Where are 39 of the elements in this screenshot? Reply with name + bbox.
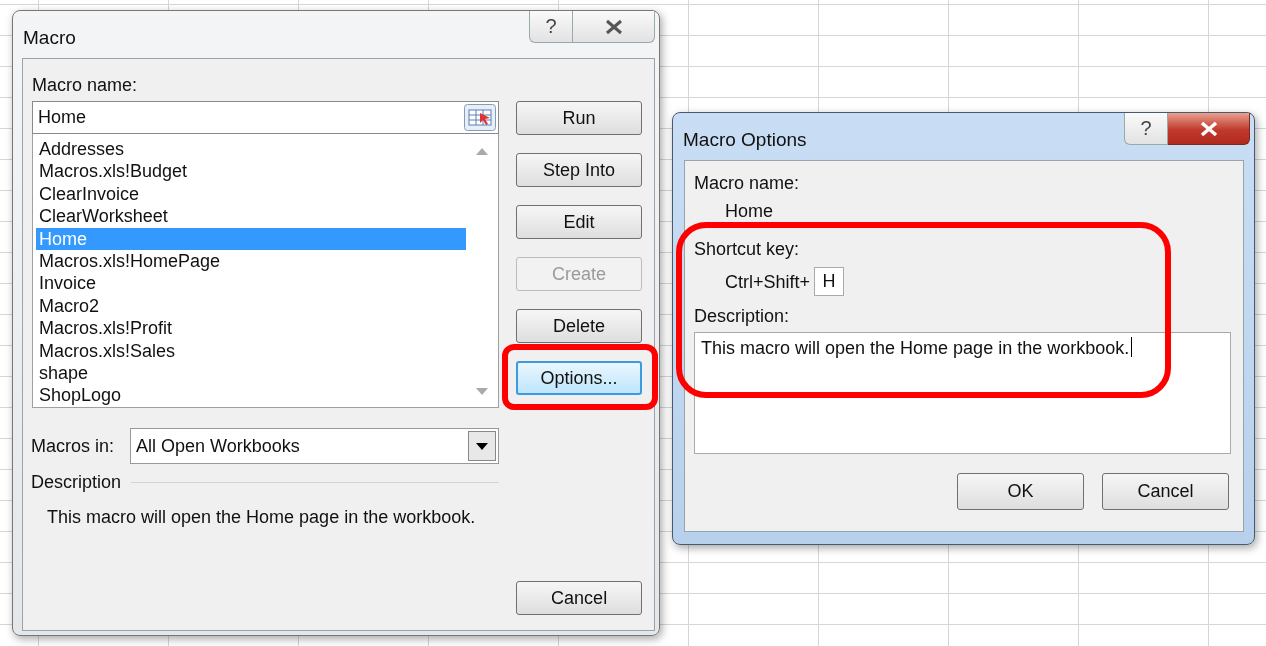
macro-list-item[interactable]: Invoice — [36, 272, 467, 295]
close-button[interactable] — [573, 11, 655, 43]
dialog-button[interactable]: Cancel — [1102, 473, 1229, 510]
window-title: Macro Options — [683, 128, 807, 151]
macro-list-item[interactable]: Addresses — [36, 138, 467, 161]
macro-list-item[interactable]: Macro2 — [36, 294, 467, 318]
macro-list-item[interactable]: Macros.xls!HomePage — [36, 250, 467, 273]
field-label: Macros in: — [31, 435, 115, 458]
dialog-button[interactable]: OK — [957, 473, 1084, 510]
macro-list-item[interactable]: ClearInvoice — [36, 182, 467, 206]
macro-list-item[interactable]: Macros.xls!Profit — [36, 317, 467, 340]
field-label: Macro name: — [694, 172, 801, 195]
description-text: This macro will open the Home page in the workbook. — [47, 506, 476, 529]
macros-in-dropdown[interactable]: All Open Workbooks — [130, 428, 500, 464]
macro-name-value: Home — [724, 200, 774, 223]
macro-list-item[interactable]: Macros.xls!Sales — [36, 339, 467, 363]
cell-picker-icon[interactable] — [464, 104, 497, 131]
window-title: Macro — [23, 26, 76, 49]
shortcut-prefix: Ctrl+Shift+ — [725, 270, 811, 294]
shortcut-key-field[interactable]: H — [814, 267, 845, 296]
macro-action-button[interactable]: Edit — [516, 205, 642, 239]
cancel-button[interactable]: Cancel — [516, 581, 642, 615]
description-field[interactable]: This macro will open the Home page in the workbook. — [694, 332, 1231, 454]
help-button[interactable]: ? — [529, 11, 573, 43]
macro-name-field[interactable]: Home — [32, 101, 500, 134]
macro-action-button[interactable]: Delete — [516, 309, 642, 343]
section-heading: Description — [31, 471, 122, 494]
field-label: Shortcut key: — [694, 238, 801, 261]
help-button[interactable]: ? — [1124, 113, 1168, 145]
macro-action-button[interactable]: Options... — [516, 361, 642, 395]
field-label: Macro name: — [32, 74, 139, 97]
macro-list-item[interactable]: Macros.xls!Budget — [36, 160, 467, 183]
close-button[interactable] — [1168, 113, 1250, 145]
macro-list-item[interactable]: shape — [36, 362, 467, 385]
field-label: Description: — [694, 305, 791, 328]
macro-action-button[interactable]: Run — [516, 101, 642, 135]
macro-list-item[interactable]: ClearWorksheet — [36, 205, 467, 228]
macro-list-item[interactable]: ShopLogo — [36, 384, 467, 407]
macro-action-button[interactable]: Step Into — [516, 153, 642, 187]
